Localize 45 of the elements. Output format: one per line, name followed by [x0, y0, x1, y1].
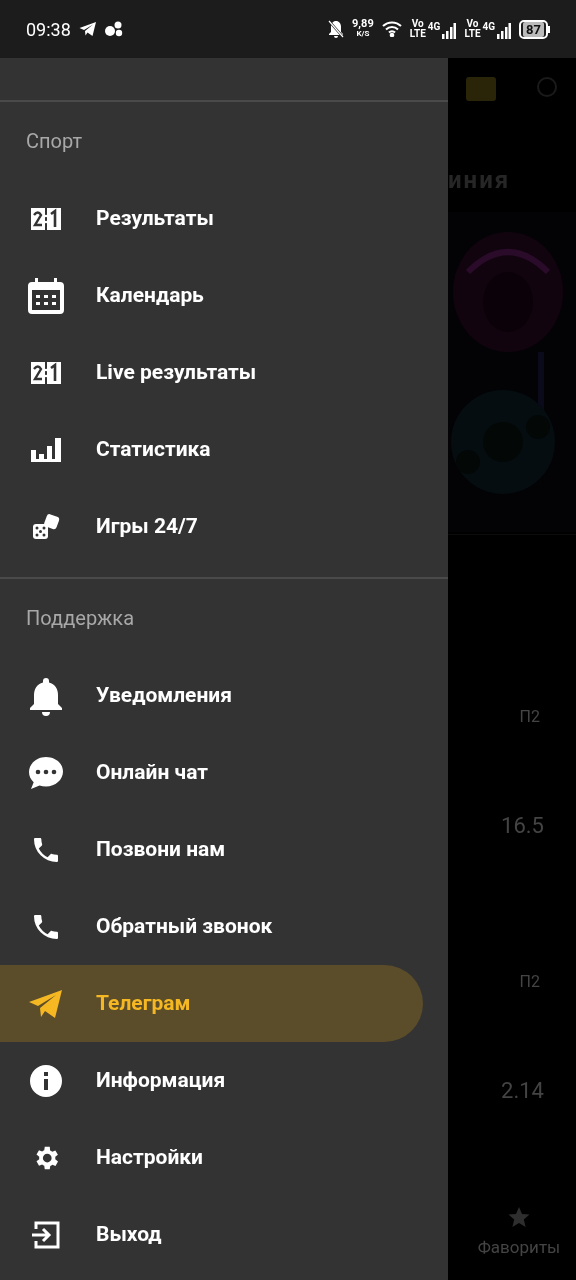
clock: 09:38 [26, 17, 71, 42]
scoreboard-icon [31, 361, 61, 384]
drawer-item[interactable]: Обратный звонок [0, 888, 423, 965]
calendar-icon [26, 275, 66, 316]
odds-value: 2.14 [501, 1077, 544, 1105]
drawer-item[interactable]: Календарь [0, 257, 423, 334]
section-header: Поддержка [26, 605, 134, 632]
signal-icon [497, 23, 512, 39]
muted-bell-icon [328, 20, 345, 38]
network-label: 4G [427, 20, 441, 34]
column-label: П2 [519, 706, 540, 728]
bubbles-icon [104, 21, 123, 37]
bell-icon [27, 675, 65, 716]
speed-unit: K/S [356, 29, 370, 39]
section-header: Спорт [26, 128, 83, 155]
paper-plane-icon [78, 21, 97, 37]
wifi-icon [381, 21, 402, 37]
drawer-item[interactable]: Уведомления [0, 657, 423, 734]
drawer-item[interactable]: Выход [0, 1196, 423, 1273]
volte-label: Vo [466, 19, 479, 29]
network-label: 4G [482, 20, 496, 34]
drawer-item[interactable]: Статистика [0, 411, 423, 488]
info-icon [29, 1063, 63, 1098]
chat-bubble-icon [28, 755, 64, 790]
dice-icon [31, 511, 61, 542]
volte-label: Vo [411, 19, 424, 29]
drawer-item[interactable]: Телеграм [0, 965, 423, 1042]
network-speed: 9,89 [352, 19, 374, 29]
column-label: П2 [519, 971, 540, 993]
drawer-item[interactable]: Информация [0, 1042, 423, 1119]
drawer-item[interactable]: Результаты [0, 180, 423, 257]
scoreboard-icon [31, 207, 61, 230]
lte-label: LTE [464, 29, 481, 39]
bar-chart-icon [31, 437, 61, 462]
drawer-item[interactable]: Позвони нам [0, 811, 423, 888]
profile-icon [536, 76, 558, 98]
paper-plane-icon [28, 988, 64, 1019]
battery-indicator: 87 [519, 19, 548, 39]
drawer-item[interactable]: Live результаты [0, 334, 423, 411]
drawer-item[interactable]: Настройки [0, 1119, 423, 1196]
lte-label: LTE [409, 29, 426, 39]
drawer-item[interactable]: Онлайн чат [0, 734, 423, 811]
drawer-item[interactable]: Игры 24/7 [0, 488, 423, 565]
signal-icon [442, 23, 457, 39]
odds-value: 16.5 [501, 812, 544, 840]
